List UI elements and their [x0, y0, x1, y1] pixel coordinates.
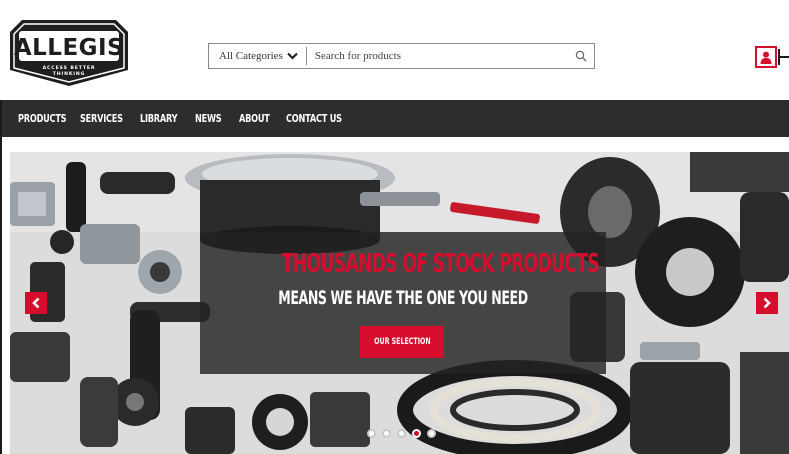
- hero-carousel: THOUSANDS OF STOCK PRODUCTS MEANS WE HAV…: [10, 152, 789, 454]
- search-bar: All Categories: [208, 43, 595, 69]
- header-divider-icon: [778, 49, 789, 65]
- nav-item-news[interactable]: NEWS: [195, 113, 229, 125]
- logo-tagline: ACCESS BETTER: [43, 65, 96, 71]
- carousel-dot-active[interactable]: [412, 429, 421, 438]
- nav-item-contact-us[interactable]: CONTACT US: [286, 113, 342, 125]
- chevron-right-icon: [763, 297, 771, 309]
- category-label: All Categories: [219, 50, 283, 62]
- logo-tagline-2: THINKING: [53, 71, 86, 77]
- our-selection-button[interactable]: OUR SELECTION: [360, 326, 444, 358]
- hero-caption-panel: THOUSANDS OF STOCK PRODUCTS MEANS WE HAV…: [200, 232, 606, 374]
- carousel-dot[interactable]: [367, 429, 376, 438]
- hero-subheadline: MEANS WE HAVE THE ONE YOU NEED: [278, 287, 528, 309]
- nav-item-products[interactable]: PRODUCTS: [18, 113, 67, 125]
- logo-wordmark: ALLEGIS: [14, 35, 124, 61]
- user-icon[interactable]: [755, 46, 777, 68]
- nav-item-library[interactable]: LIBRARY: [140, 113, 183, 125]
- main-nav: PRODUCTS SERVICES LIBRARY NEWS ABOUT CON…: [2, 100, 789, 137]
- carousel-prev-button[interactable]: [25, 292, 47, 314]
- nav-item-about[interactable]: ABOUT: [239, 113, 276, 125]
- carousel-dot[interactable]: [397, 429, 406, 438]
- carousel-dot[interactable]: [382, 429, 391, 438]
- allegis-logo[interactable]: ALLEGIS ACCESS BETTER THINKING: [8, 18, 130, 88]
- carousel-dot[interactable]: [427, 429, 436, 438]
- search-input[interactable]: [306, 45, 568, 67]
- carousel-next-button[interactable]: [756, 292, 778, 314]
- nav-item-services[interactable]: SERVICES: [80, 113, 127, 125]
- chevron-down-icon: [287, 52, 298, 60]
- carousel-dots: [367, 429, 436, 438]
- hero-headline: THOUSANDS OF STOCK PRODUCTS: [281, 249, 600, 279]
- site-header: ALLEGIS ACCESS BETTER THINKING All Categ…: [0, 0, 789, 100]
- search-icon[interactable]: [568, 44, 594, 68]
- chevron-left-icon: [32, 297, 40, 309]
- category-dropdown[interactable]: All Categories: [209, 47, 307, 65]
